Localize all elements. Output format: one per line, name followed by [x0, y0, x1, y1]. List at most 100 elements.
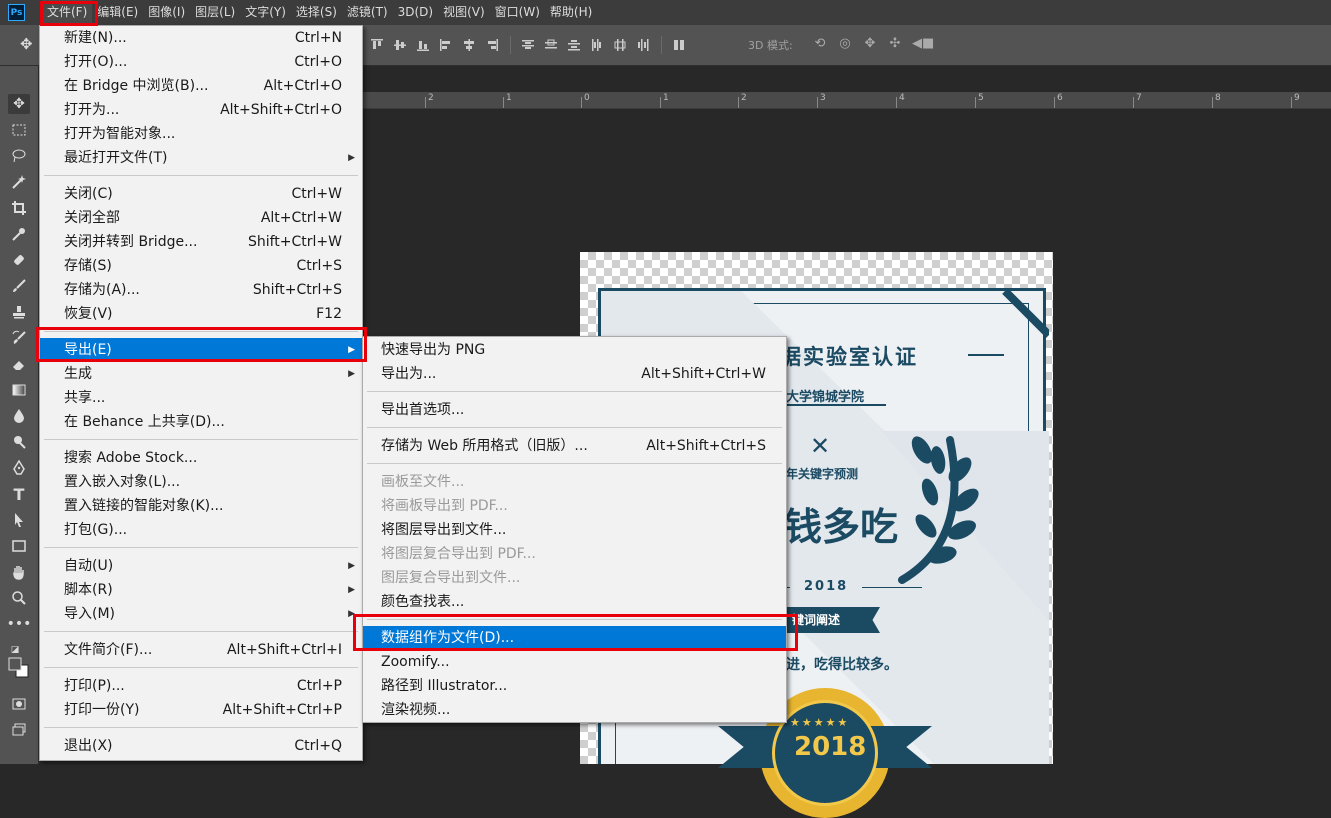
menubar-layer[interactable]: 图层(L) [190, 0, 240, 25]
dodge-tool-icon[interactable] [8, 432, 30, 452]
history-brush-tool-icon[interactable] [8, 328, 30, 348]
file-menu-item-shortcut: Alt+Ctrl+W [260, 210, 342, 226]
file-menu-item[interactable]: 存储(S) Ctrl+S [40, 254, 362, 278]
export-menu-item[interactable]: 存储为 Web 所用格式（旧版）... Alt+Shift+Ctrl+S [363, 434, 786, 458]
quick-mask-icon[interactable] [8, 694, 30, 714]
file-menu-item[interactable]: 在 Bridge 中浏览(B)... Alt+Ctrl+O [40, 74, 362, 98]
align-vertical-centers-icon[interactable] [393, 38, 407, 52]
healing-brush-tool-icon[interactable] [8, 250, 30, 270]
file-menu-item[interactable]: 打包(G)... [40, 518, 362, 542]
file-menu-item[interactable]: 打印一份(Y) Alt+Shift+Ctrl+P [40, 698, 362, 722]
rectangular-marquee-tool-icon[interactable] [8, 120, 30, 140]
file-menu-item-shortcut: Alt+Shift+Ctrl+P [222, 702, 342, 718]
menubar-type[interactable]: 文字(Y) [240, 0, 291, 25]
annotation-box-file-menu [40, 1, 98, 26]
file-menu-item[interactable]: 导入(M) ▶ [40, 602, 362, 626]
menu-separator [44, 547, 358, 548]
file-menu-item[interactable]: 关闭并转到 Bridge... Shift+Ctrl+W [40, 230, 362, 254]
zoom-tool-icon[interactable] [8, 588, 30, 608]
export-menu-item: 将图层复合导出到 PDF... [363, 542, 786, 566]
file-menu-item-label: 自动(U) [64, 558, 114, 574]
export-menu-item[interactable]: 快速导出为 PNG [363, 338, 786, 362]
menubar-window[interactable]: 窗口(W) [490, 0, 545, 25]
file-menu-item[interactable]: 文件简介(F)... Alt+Shift+Ctrl+I [40, 638, 362, 662]
3d-scale-icon[interactable]: ◀■ [912, 36, 934, 52]
eraser-tool-icon[interactable] [8, 354, 30, 374]
file-menu-item[interactable]: 置入链接的智能对象(K)... [40, 494, 362, 518]
crop-tool-icon[interactable] [8, 198, 30, 218]
move-tool-icon[interactable]: ✥ [8, 94, 30, 114]
menu-separator [44, 631, 358, 632]
file-menu-item[interactable]: 自动(U) ▶ [40, 554, 362, 578]
export-menu-item[interactable]: 导出首选项... [363, 398, 786, 422]
export-menu-item[interactable]: 颜色查找表... [363, 590, 786, 614]
export-menu-item[interactable]: 将图层导出到文件... [363, 518, 786, 542]
pen-tool-icon[interactable] [8, 458, 30, 478]
file-menu-item-label: 打开为... [64, 102, 120, 118]
hand-tool-icon[interactable] [8, 562, 30, 582]
file-menu-item[interactable]: 在 Behance 上共享(D)... [40, 410, 362, 434]
auto-align-layers-icon[interactable] [672, 38, 686, 52]
menubar-edit[interactable]: 编辑(E) [92, 0, 143, 25]
file-menu-item[interactable]: 生成 ▶ [40, 362, 362, 386]
file-menu-item[interactable]: 存储为(A)... Shift+Ctrl+S [40, 278, 362, 302]
file-menu-item-label: 关闭全部 [64, 210, 120, 226]
file-menu-item[interactable]: 退出(X) Ctrl+Q [40, 734, 362, 758]
brush-tool-icon[interactable] [8, 276, 30, 296]
distribute-vertical-centers-icon[interactable] [544, 38, 558, 52]
menubar-3d[interactable]: 3D(D) [393, 0, 438, 25]
menubar-help[interactable]: 帮助(H) [545, 0, 597, 25]
distribute-left-icon[interactable] [590, 38, 604, 52]
more-tools-icon[interactable]: ••• [7, 614, 32, 634]
file-menu-item[interactable]: 打开(O)... Ctrl+O [40, 50, 362, 74]
menubar-select[interactable]: 选择(S) [291, 0, 342, 25]
blur-tool-icon[interactable] [8, 406, 30, 426]
menubar-image[interactable]: 图像(I) [143, 0, 190, 25]
file-menu-item[interactable]: 共享... [40, 386, 362, 410]
file-menu-item[interactable]: 打开为... Alt+Shift+Ctrl+O [40, 98, 362, 122]
distribute-top-icon[interactable] [521, 38, 535, 52]
3d-orbit-icon[interactable]: ⟲ [812, 36, 828, 52]
path-selection-tool-icon[interactable] [8, 510, 30, 530]
distribute-right-icon[interactable] [636, 38, 650, 52]
export-menu-item[interactable]: Zoomify... [363, 650, 786, 674]
export-menu-item[interactable]: 导出为... Alt+Shift+Ctrl+W [363, 362, 786, 386]
align-top-edges-icon[interactable] [370, 38, 384, 52]
3d-roll-icon[interactable]: ◎ [837, 36, 853, 52]
distribute-bottom-icon[interactable] [567, 38, 581, 52]
clone-stamp-tool-icon[interactable] [8, 302, 30, 322]
file-menu-item[interactable]: 打印(P)... Ctrl+P [40, 674, 362, 698]
rectangle-tool-icon[interactable] [8, 536, 30, 556]
type-tool-icon[interactable]: T [8, 484, 30, 504]
align-left-edges-icon[interactable] [439, 38, 453, 52]
lasso-tool-icon[interactable] [8, 146, 30, 166]
file-menu-item[interactable]: 搜索 Adobe Stock... [40, 446, 362, 470]
align-bottom-edges-icon[interactable] [416, 38, 430, 52]
file-menu-item[interactable]: 关闭(C) Ctrl+W [40, 182, 362, 206]
file-menu-item[interactable]: 关闭全部 Alt+Ctrl+W [40, 206, 362, 230]
ruler-tick [1291, 97, 1292, 108]
ruler-tick [738, 97, 739, 108]
3d-pan-icon[interactable]: ✥ [862, 36, 878, 52]
menubar-view[interactable]: 视图(V) [438, 0, 490, 25]
file-menu-item[interactable]: 新建(N)... Ctrl+N [40, 26, 362, 50]
file-menu-item[interactable]: 最近打开文件(T) ▶ [40, 146, 362, 170]
file-menu-item[interactable]: 置入嵌入对象(L)... [40, 470, 362, 494]
file-menu-item[interactable]: 恢复(V) F12 [40, 302, 362, 326]
gradient-tool-icon[interactable] [8, 380, 30, 400]
move-tool-option-icon[interactable]: ✥ [20, 35, 33, 53]
align-horizontal-centers-icon[interactable] [462, 38, 476, 52]
file-menu-item[interactable]: 打开为智能对象... [40, 122, 362, 146]
eyedropper-tool-icon[interactable] [8, 224, 30, 244]
3d-slide-icon[interactable]: ✣ [887, 36, 903, 52]
export-menu-item[interactable]: 路径到 Illustrator... [363, 674, 786, 698]
magic-wand-tool-icon[interactable] [8, 172, 30, 192]
align-right-edges-icon[interactable] [485, 38, 499, 52]
distribute-horizontal-centers-icon[interactable] [613, 38, 627, 52]
foreground-background-color-icon[interactable] [8, 657, 30, 678]
export-menu-item[interactable]: 渲染视频... [363, 698, 786, 722]
file-menu-item[interactable]: 脚本(R) ▶ [40, 578, 362, 602]
screen-mode-icon[interactable] [8, 720, 30, 740]
menubar-filter[interactable]: 滤镜(T) [342, 0, 393, 25]
file-menu-item-shortcut: Alt+Ctrl+O [263, 78, 342, 94]
